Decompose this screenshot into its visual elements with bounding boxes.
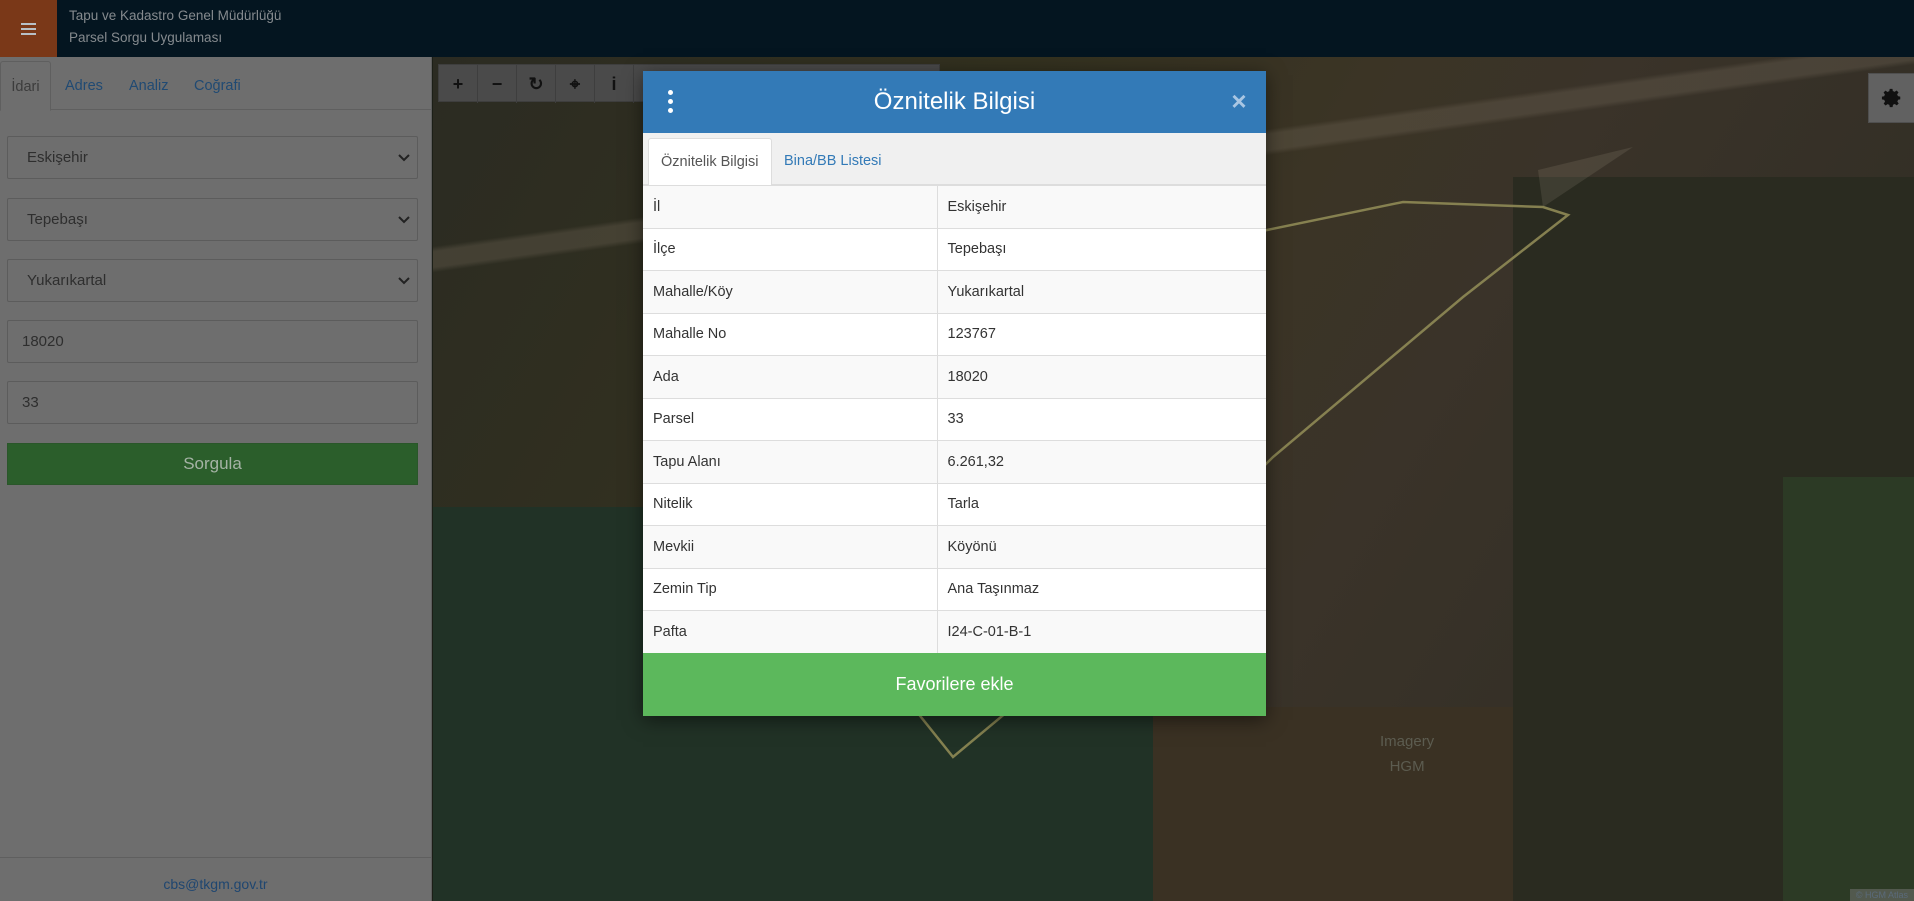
tab-oznitelik-bilgisi[interactable]: Öznitelik Bilgisi [648, 138, 772, 186]
table-row: İl Eskişehir [643, 185, 1266, 228]
il-select[interactable]: Eskişehir [7, 136, 418, 179]
tab-bina-bb-listesi[interactable]: Bina/BB Listesi [772, 138, 894, 186]
table-row: Zemin Tip Ana Taşınmaz [643, 567, 1266, 611]
refresh-icon[interactable]: ↻ [517, 65, 556, 103]
mahalle-select-value: Yukarıkartal [27, 272, 107, 289]
attribute-key: İl [643, 185, 938, 228]
attribute-value: Yukarıkartal [937, 270, 1266, 313]
attribute-key: Mevkii [643, 525, 938, 568]
modal-tabs: Öznitelik Bilgisi Bina/BB Listesi [643, 133, 1266, 186]
chevron-down-icon [398, 277, 410, 285]
contact-email-link[interactable]: cbs@tkgm.gov.tr [0, 874, 431, 894]
il-select-value: Eskişehir [27, 149, 88, 166]
tab-idari[interactable]: İdari [0, 61, 51, 111]
table-row: İlçe Tepebaşı [643, 227, 1266, 271]
attribute-value: 123767 [937, 312, 1266, 356]
attribute-key: Ada [643, 355, 938, 398]
table-row: Mevkii Köyönü [643, 525, 1266, 568]
chevron-down-icon [398, 154, 410, 162]
modal-header: Öznitelik Bilgisi × [643, 71, 1266, 133]
tab-cografi[interactable]: Coğrafi [194, 61, 241, 110]
table-row: Parsel 33 [643, 397, 1266, 441]
attribute-key: Mahalle/Köy [643, 270, 938, 313]
table-row: Tapu Alanı 6.261,32 [643, 440, 1266, 483]
ilce-select[interactable]: Tepebaşı [7, 198, 418, 241]
watermark-line2: HGM [1389, 758, 1425, 775]
attribute-key: Pafta [643, 610, 938, 653]
attribute-key: Tapu Alanı [643, 440, 938, 483]
attribute-value: Köyönü [937, 525, 1266, 568]
add-to-favorites-button[interactable]: Favorilere ekle [643, 653, 1266, 716]
app-title: Tapu ve Kadastro Genel Müdürlüğü Parsel … [69, 5, 281, 49]
attribute-value: Tepebaşı [937, 227, 1266, 271]
attribute-value: 6.261,32 [937, 440, 1266, 483]
ilce-select-value: Tepebaşı [27, 211, 88, 228]
parsel-input[interactable]: 33 [7, 381, 418, 424]
attribute-key: Mahalle No [643, 312, 938, 356]
ada-input[interactable]: 18020 [7, 320, 418, 363]
more-options-icon[interactable] [668, 90, 674, 114]
attribute-value: Tarla [937, 482, 1266, 526]
settings-button[interactable] [1868, 73, 1914, 123]
attribute-value: 33 [937, 397, 1266, 441]
table-row: Mahalle/Köy Yukarıkartal [643, 270, 1266, 313]
attribute-key: Zemin Tip [643, 567, 938, 611]
watermark-line1: Imagery [1380, 733, 1435, 750]
attribute-table: İl Eskişehir İlçe Tepebaşı Mahalle/Köy Yuka… [643, 185, 1266, 653]
mahalle-select[interactable]: Yukarıkartal [7, 259, 418, 302]
table-row: Pafta I24-C-01-B-1 [643, 610, 1266, 653]
attribute-key: Nitelik [643, 482, 938, 526]
table-row: Nitelik Tarla [643, 482, 1266, 526]
gear-icon [1881, 88, 1900, 108]
attribute-info-modal: Öznitelik Bilgisi × Öznitelik Bilgisi Bi… [643, 71, 1266, 716]
close-icon[interactable]: × [1226, 88, 1252, 114]
tab-analiz[interactable]: Analiz [129, 61, 169, 110]
hamburger-menu-icon[interactable] [0, 0, 57, 57]
sidebar-footer: cbs@tkgm.gov.tr [0, 857, 431, 901]
app-title-line1: Tapu ve Kadastro Genel Müdürlüğü [69, 8, 282, 23]
map-watermark: Imagery HGM [1380, 729, 1434, 779]
attribute-key: Parsel [643, 397, 938, 441]
app-title-line2: Parsel Sorgu Uygulaması [69, 30, 223, 45]
info-icon[interactable]: i [595, 65, 634, 103]
sidebar-tabs: İdari Adres Analiz Coğrafi [0, 61, 431, 111]
table-row: Ada 18020 [643, 355, 1266, 398]
chevron-down-icon [398, 216, 410, 224]
modal-title: Öznitelik Bilgisi [873, 88, 1036, 115]
top-header: Tapu ve Kadastro Genel Müdürlüğü Parsel … [0, 0, 1914, 57]
zoom-in-icon[interactable]: + [439, 65, 478, 103]
tab-adres[interactable]: Adres [65, 61, 103, 110]
map-attribution: © HGM Atlas [1849, 889, 1914, 901]
attribute-value: Eskişehir [937, 185, 1266, 228]
query-button[interactable]: Sorgula [7, 443, 418, 485]
zoom-out-icon[interactable]: − [478, 65, 517, 103]
attribute-key: İlçe [643, 227, 938, 271]
attribute-value: Ana Taşınmaz [937, 567, 1266, 611]
attribute-value: I24-C-01-B-1 [937, 610, 1266, 653]
locate-icon[interactable]: ⌖ [556, 65, 595, 103]
attribute-value: 18020 [937, 355, 1266, 398]
table-row: Mahalle No 123767 [643, 312, 1266, 356]
sidebar: İdari Adres Analiz Coğrafi Eskişehir Tep… [0, 57, 432, 901]
